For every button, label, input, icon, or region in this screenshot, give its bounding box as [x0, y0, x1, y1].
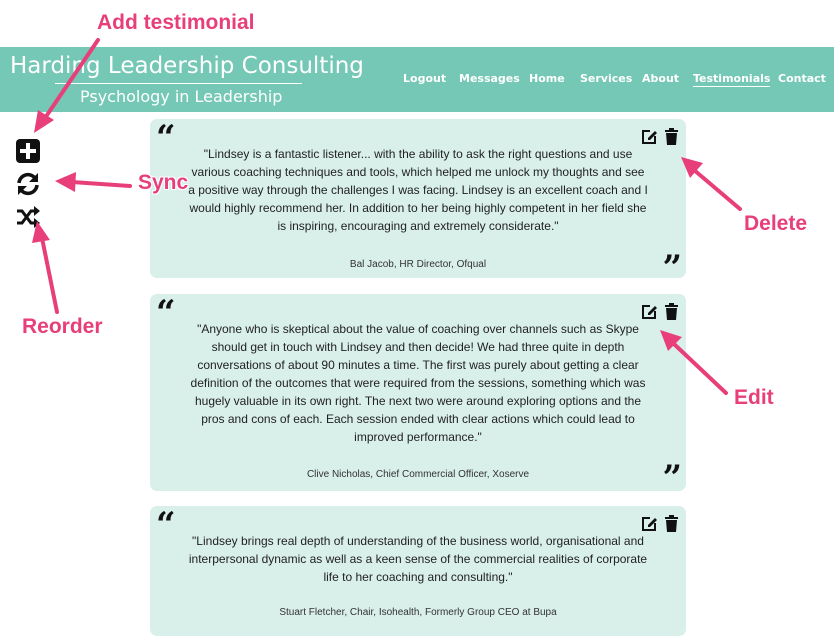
- plus-square-icon: [16, 139, 40, 163]
- nav-services[interactable]: Services: [580, 72, 632, 85]
- add-arrowhead: [34, 110, 54, 133]
- testimonial-text: "Lindsey is a fantastic listener... with…: [188, 147, 648, 233]
- sync-arrow: [70, 180, 132, 188]
- testimonial-text: "Lindsey brings real depth of understand…: [188, 534, 648, 584]
- annotation-add-testimonial: Add testimonial: [97, 11, 255, 34]
- testimonial-author: Clive Nicholas, Chief Commercial Officer…: [306, 469, 530, 480]
- edit-button[interactable]: [641, 515, 658, 532]
- nav-home[interactable]: Home: [529, 72, 565, 85]
- nav-messages[interactable]: Messages: [459, 72, 520, 85]
- delete-button[interactable]: [663, 128, 680, 145]
- close-quote-icon: ”: [662, 458, 681, 498]
- annotation-sync: Sync: [138, 171, 189, 194]
- reorder-arrow: [40, 236, 59, 314]
- card-actions: [641, 515, 680, 532]
- delete-button[interactable]: [663, 515, 680, 532]
- testimonial-card: “ "Lindsey brings real depth of understa…: [150, 506, 686, 636]
- nav-contact[interactable]: Contact: [778, 72, 826, 85]
- card-actions: [641, 303, 680, 320]
- open-quote-icon: “: [156, 505, 175, 545]
- testimonial-text: "Anyone who is skeptical about the value…: [190, 322, 646, 444]
- site-header: Harding Leadership Consulting Psychology…: [0, 47, 834, 112]
- nav-about[interactable]: About: [642, 72, 679, 85]
- testimonial-card: “ "Lindsey is a fantastic listener... wi…: [150, 118, 686, 285]
- nav-logout[interactable]: Logout: [403, 72, 446, 85]
- annotation-delete: Delete: [744, 212, 808, 235]
- trash-icon: [665, 515, 678, 532]
- nav-testimonials[interactable]: Testimonials: [693, 72, 771, 87]
- reorder-button[interactable]: [15, 204, 41, 230]
- testimonial-author: Bal Jacob, HR Director, Ofqual: [349, 259, 487, 270]
- delete-arrow: [692, 168, 742, 211]
- edit-icon: [642, 517, 657, 531]
- trash-icon: [665, 303, 678, 320]
- main-nav: Logout Messages Home Services About Test…: [0, 72, 834, 92]
- shuffle-icon: [17, 206, 40, 228]
- open-quote-icon: “: [156, 118, 175, 158]
- open-quote-icon: “: [156, 293, 175, 333]
- sync-button[interactable]: [15, 171, 41, 197]
- add-testimonial-button[interactable]: [15, 138, 41, 164]
- delete-button[interactable]: [663, 303, 680, 320]
- edit-button[interactable]: [641, 303, 658, 320]
- edit-button[interactable]: [641, 128, 658, 145]
- sync-icon: [17, 172, 39, 196]
- sync-arrowhead: [55, 172, 76, 192]
- trash-icon: [665, 128, 678, 145]
- testimonial-card: “ "Anyone who is skeptical about the val…: [150, 293, 686, 495]
- edit-icon: [642, 305, 657, 319]
- annotation-edit: Edit: [734, 386, 774, 409]
- close-quote-icon: ”: [662, 248, 681, 288]
- testimonial-author: Stuart Fletcher, Chair, Isohealth, Forme…: [279, 607, 557, 618]
- edit-icon: [642, 130, 657, 144]
- card-actions: [641, 128, 680, 145]
- annotation-reorder: Reorder: [22, 315, 103, 338]
